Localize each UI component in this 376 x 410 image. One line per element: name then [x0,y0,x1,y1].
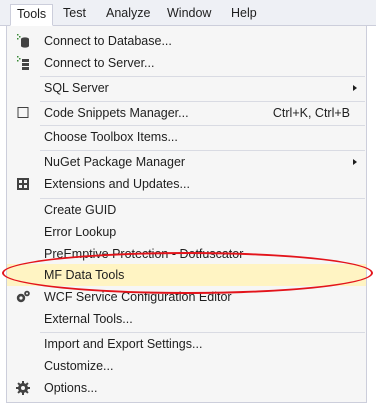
menu-item-label: WCF Service Configuration Editor [44,290,232,304]
menu-item-import-and-export-settings[interactable]: Import and Export Settings... [7,333,366,355]
menu-item-external-tools[interactable]: External Tools... [7,308,366,330]
tools-dropdown-menu: Connect to Database... Connect to Server… [6,25,367,403]
menu-window[interactable]: Window [161,4,217,25]
menu-item-label: Create GUID [44,203,117,217]
server-connect-icon [17,56,29,70]
menu-item-label: PreEmptive Protection - Dotfuscator [44,247,244,261]
gears-icon [16,290,30,303]
menu-analyze[interactable]: Analyze [100,4,156,25]
menu-item-choose-toolbox-items[interactable]: Choose Toolbox Items... [7,126,366,148]
extensions-icon [17,178,29,190]
menu-item-error-lookup[interactable]: Error Lookup [7,221,366,243]
submenu-arrow-icon [353,85,357,91]
menu-item-mf-data-tools[interactable]: MF Data Tools [7,264,366,286]
menu-test[interactable]: Test [57,4,92,25]
menu-item-label: SQL Server [44,81,109,95]
menu-item-label: Choose Toolbox Items... [44,130,178,144]
menu-item-label: Extensions and Updates... [44,177,190,191]
menu-item-create-guid[interactable]: Create GUID [7,199,366,221]
menu-item-label: Error Lookup [44,225,117,239]
menu-item-code-snippets-manager[interactable]: Code Snippets Manager... Ctrl+K, Ctrl+B [7,102,366,124]
menu-item-connect-to-server[interactable]: Connect to Server... [7,52,366,74]
menu-item-label: MF Data Tools [44,268,125,282]
menu-help[interactable]: Help [225,4,263,25]
menu-item-wcf-service-configuration-editor[interactable]: WCF Service Configuration Editor [7,286,366,308]
menu-item-label: Options... [44,381,98,395]
menu-item-shortcut: Ctrl+K, Ctrl+B [272,106,350,120]
menu-item-label: NuGet Package Manager [44,155,186,169]
menu-item-label: External Tools... [44,312,133,326]
gear-icon [16,381,30,395]
menu-item-label: Code Snippets Manager... [44,106,189,120]
menu-item-options[interactable]: Options... [7,377,366,399]
menu-item-label: Import and Export Settings... [44,337,203,351]
menu-item-customize[interactable]: Customize... [7,355,366,377]
menu-item-extensions-and-updates[interactable]: Extensions and Updates... [7,173,366,195]
submenu-arrow-icon [353,159,357,165]
menu-item-label: Connect to Database... [44,34,172,48]
menu-item-connect-to-database[interactable]: Connect to Database... [7,30,366,52]
checkbox-icon [17,107,29,118]
database-connect-icon [17,34,29,48]
menu-item-preemptive-protection[interactable]: PreEmptive Protection - Dotfuscator [7,243,366,265]
menu-item-sql-server[interactable]: SQL Server [7,77,366,99]
menu-tools[interactable]: Tools [10,4,54,26]
menu-item-label: Connect to Server... [44,56,155,70]
menu-item-label: Customize... [44,359,114,373]
menu-item-nuget-package-manager[interactable]: NuGet Package Manager [7,151,366,173]
menu-bar: Tools Test Analyze Window Help [0,0,376,26]
